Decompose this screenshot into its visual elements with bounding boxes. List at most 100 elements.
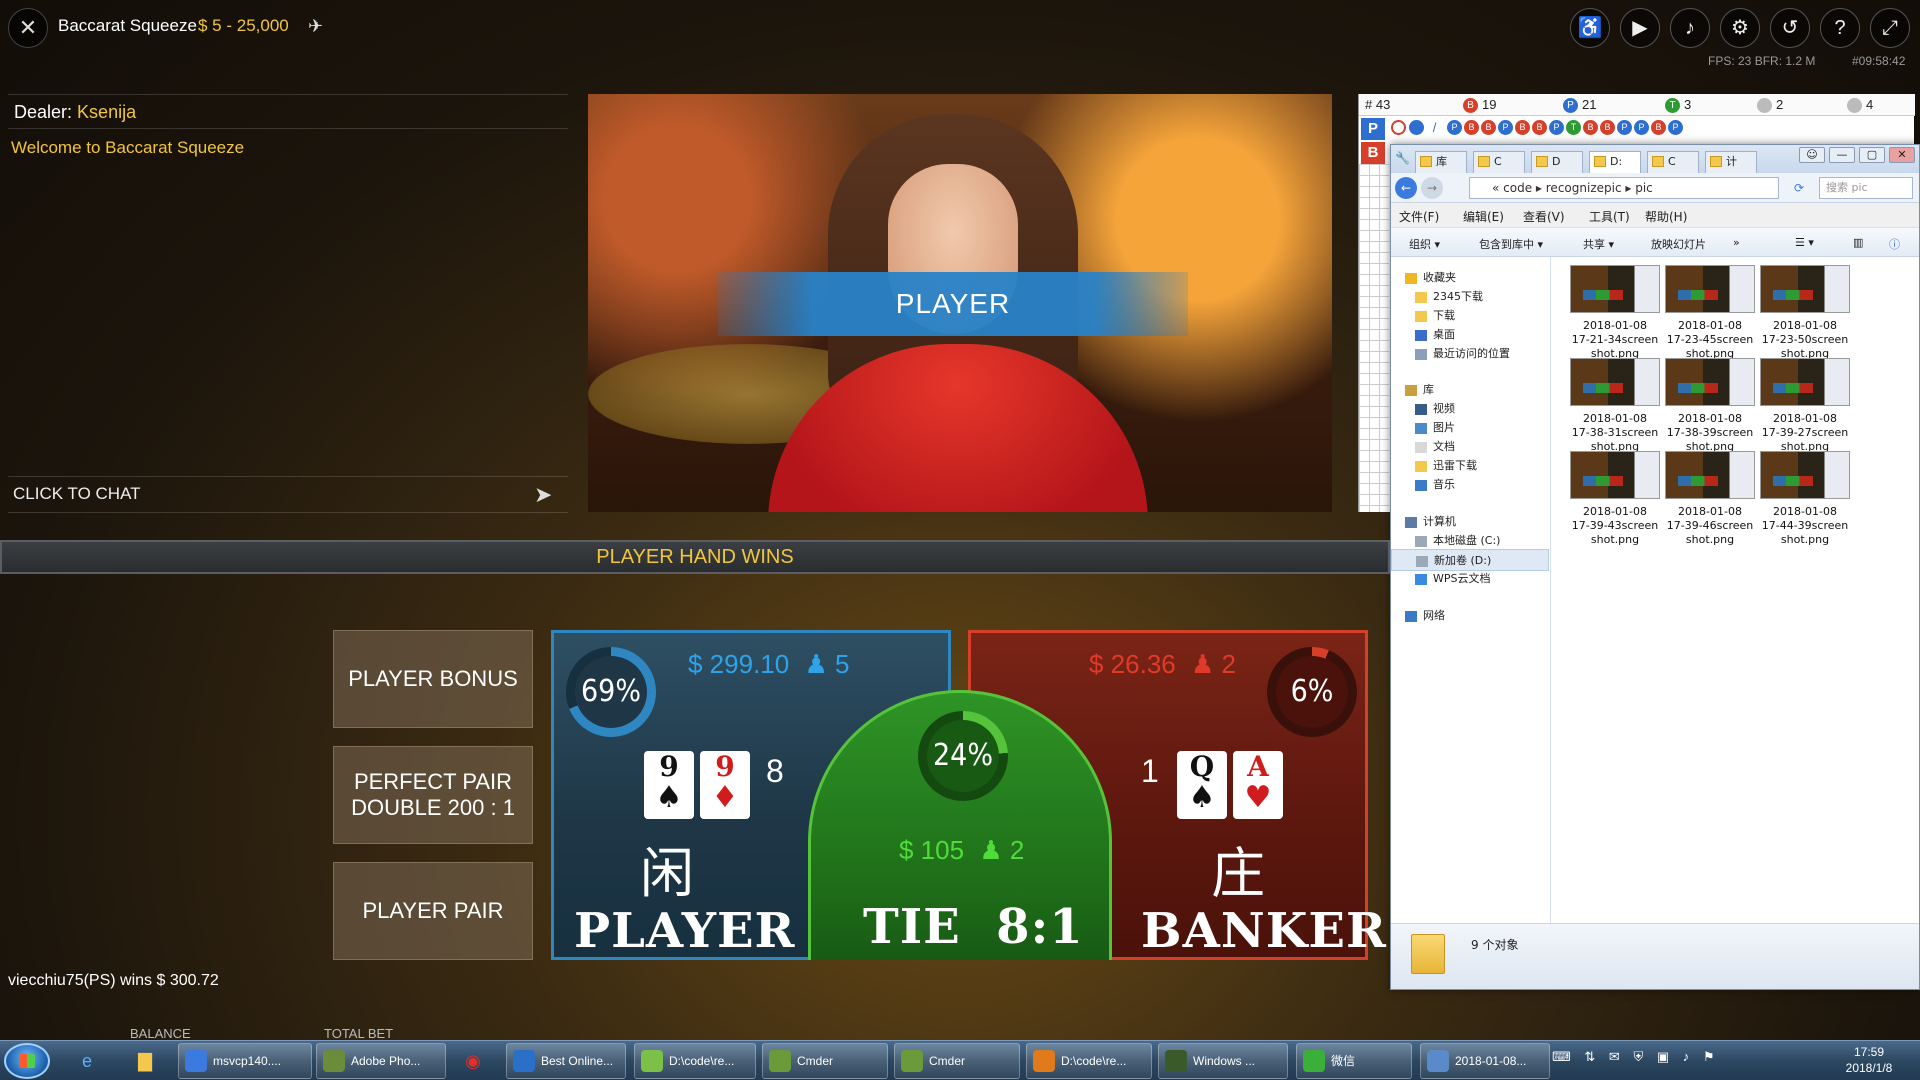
maximize-icon[interactable]: ▢ xyxy=(1859,147,1885,163)
preview-pane-icon[interactable]: ▥ xyxy=(1853,236,1863,249)
breadcrumb-item[interactable]: code xyxy=(1503,181,1532,195)
file-explorer-window[interactable]: 🔧 库 C D D: C 计 ☺ — ▢ ✕ ← → « code ▸ recognize… xyxy=(1390,144,1920,990)
bead-result: T xyxy=(1566,120,1581,135)
player-predict-button[interactable]: P xyxy=(1361,118,1385,140)
accessibility-icon[interactable]: ♿ xyxy=(1570,8,1610,48)
bead-row: P / PBBPBBPTBBPPBP xyxy=(1359,118,1915,140)
forward-arrow-icon[interactable]: → xyxy=(1421,177,1443,199)
chat-input[interactable]: CLICK TO CHAT xyxy=(13,484,141,504)
file-item[interactable]: 2018-01-08 17-44-39screen shot.png xyxy=(1751,451,1859,561)
back-arrow-icon[interactable]: ← xyxy=(1395,177,1417,199)
nav-item[interactable]: 音乐 xyxy=(1391,474,1549,496)
video-camera-icon[interactable]: ▶ xyxy=(1620,8,1660,48)
breadcrumb-item[interactable]: recognizepic xyxy=(1546,181,1622,195)
file-item[interactable]: 2018-01-08 17-39-46screen shot.png xyxy=(1656,451,1764,561)
network-tray-icon[interactable]: ⇅ xyxy=(1584,1049,1595,1064)
taskbar: e ▇ msvcp140.... Adobe Pho... Best Online.… xyxy=(0,1040,1920,1080)
close-icon[interactable]: ✕ xyxy=(8,8,48,48)
taskbar-button[interactable]: msvcp140.... xyxy=(178,1043,312,1079)
shield-icon[interactable]: ⛨ xyxy=(1633,1049,1643,1064)
explorer-tab[interactable]: 计 xyxy=(1705,151,1757,173)
pin-icon[interactable]: ✈ xyxy=(308,16,323,37)
banker-chinese-label: 庄 xyxy=(1211,842,1265,905)
organize-button[interactable]: 组织 ▾ xyxy=(1409,236,1440,252)
volume-icon[interactable]: ♪ xyxy=(1683,1049,1690,1064)
clock[interactable]: 17:59 2018/1/8 xyxy=(1824,1044,1914,1076)
chat-tray-icon[interactable]: ✉ xyxy=(1609,1049,1620,1064)
refresh-icon[interactable]: ⟳ xyxy=(1787,177,1811,199)
help-icon[interactable]: ? xyxy=(1820,8,1860,48)
bead-result: P xyxy=(1668,120,1683,135)
explorer-tab[interactable]: C xyxy=(1473,151,1525,173)
taskbar-button[interactable]: 2018-01-08... xyxy=(1420,1043,1550,1079)
search-input[interactable]: 搜索 pic xyxy=(1819,177,1913,199)
help-circle-icon[interactable]: ⓘ xyxy=(1889,236,1900,252)
more-button[interactable]: » xyxy=(1733,236,1740,249)
explorer-tab[interactable]: D xyxy=(1531,151,1583,173)
card-rank: 9 xyxy=(715,750,735,783)
ie-icon[interactable]: e xyxy=(62,1045,112,1077)
taskbar-button[interactable]: D:\code\re... xyxy=(634,1043,756,1079)
sound-icon[interactable]: ♪ xyxy=(1670,8,1710,48)
app-icon xyxy=(1303,1050,1325,1072)
display-icon[interactable]: ▣ xyxy=(1657,1049,1669,1064)
view-options-icon[interactable]: ☰ ▾ xyxy=(1795,236,1814,249)
breadcrumb-item[interactable]: pic xyxy=(1635,181,1653,195)
fullscreen-icon[interactable]: ⤢ xyxy=(1870,8,1910,48)
slideshow-button[interactable]: 放映幻灯片 xyxy=(1651,236,1706,252)
banker-predict-button[interactable]: B xyxy=(1361,142,1385,164)
folder-icon xyxy=(1594,156,1606,167)
player-pair-bet[interactable]: PLAYER PAIR xyxy=(333,862,533,960)
taskbar-button[interactable]: Windows ... xyxy=(1158,1043,1288,1079)
explorer-tab[interactable]: 库 xyxy=(1415,151,1467,173)
bead-result: B xyxy=(1583,120,1598,135)
bead-result: B xyxy=(1481,120,1496,135)
address-input[interactable]: « code ▸ recognizepic ▸ pic xyxy=(1469,177,1779,199)
send-icon[interactable]: ➤ xyxy=(534,482,552,508)
nav-item[interactable]: 最近访问的位置 xyxy=(1391,343,1549,365)
app-icon xyxy=(641,1050,663,1072)
explorer-tab-label: C xyxy=(1668,155,1676,168)
menu-edit[interactable]: 编辑(E) xyxy=(1463,208,1504,225)
window-close-icon[interactable]: ✕ xyxy=(1889,147,1915,163)
share-button[interactable]: 共享 ▾ xyxy=(1583,236,1614,252)
taskbar-button[interactable]: Adobe Pho... xyxy=(316,1043,446,1079)
include-library-button[interactable]: 包含到库中 ▾ xyxy=(1479,236,1543,252)
file-item[interactable]: 2018-01-08 17-39-43screen shot.png xyxy=(1561,451,1669,561)
file-name: 17-44-39screen xyxy=(1761,519,1849,532)
gear-icon[interactable]: ⚙ xyxy=(1720,8,1760,48)
menu-view[interactable]: 查看(V) xyxy=(1523,208,1565,225)
taskbar-button[interactable]: Cmder xyxy=(762,1043,888,1079)
menu-file[interactable]: 文件(F) xyxy=(1399,208,1439,225)
folder-icon xyxy=(1420,156,1432,167)
explorer-tab[interactable]: D: xyxy=(1589,151,1641,173)
player-bonus-bet[interactable]: PLAYER BONUS xyxy=(333,630,533,728)
nav-item-label: 网络 xyxy=(1423,609,1445,622)
netease-music-icon[interactable]: ◉ xyxy=(448,1045,498,1077)
tool-icon[interactable]: 🔧 xyxy=(1395,151,1410,165)
menu-tools[interactable]: 工具(T) xyxy=(1589,208,1630,225)
taskbar-button[interactable]: Best Online... xyxy=(506,1043,626,1079)
start-button[interactable] xyxy=(4,1043,50,1079)
keyboard-icon[interactable]: ⌨ xyxy=(1552,1049,1571,1064)
folder-icon[interactable]: ▇ xyxy=(120,1045,170,1077)
history-icon[interactable]: ↺ xyxy=(1770,8,1810,48)
dealer-label: Dealer: xyxy=(14,102,73,122)
app-icon xyxy=(1033,1050,1055,1072)
nav-item[interactable]: 网络 xyxy=(1391,605,1549,627)
card-rank: A xyxy=(1247,750,1269,783)
explorer-tab[interactable]: C xyxy=(1647,151,1699,173)
nav-item[interactable]: WPS云文档 xyxy=(1391,568,1549,590)
perfect-pair-bet[interactable]: PERFECT PAIR DOUBLE 200 : 1 xyxy=(333,746,533,844)
taskbar-button[interactable]: Cmder xyxy=(894,1043,1020,1079)
minimize-icon[interactable]: — xyxy=(1829,147,1855,163)
tie-count: T3 xyxy=(1665,97,1691,114)
nav-item-label: 下载 xyxy=(1433,309,1455,322)
taskbar-button[interactable]: D:\code\re... xyxy=(1026,1043,1152,1079)
menu-help[interactable]: 帮助(H) xyxy=(1645,208,1687,225)
app-icon xyxy=(901,1050,923,1072)
card-suit: ♠ xyxy=(1188,780,1216,815)
flag-icon[interactable]: ⚑ xyxy=(1703,1049,1715,1064)
user-icon[interactable]: ☺ xyxy=(1799,147,1825,163)
taskbar-button[interactable]: 微信 xyxy=(1296,1043,1412,1079)
